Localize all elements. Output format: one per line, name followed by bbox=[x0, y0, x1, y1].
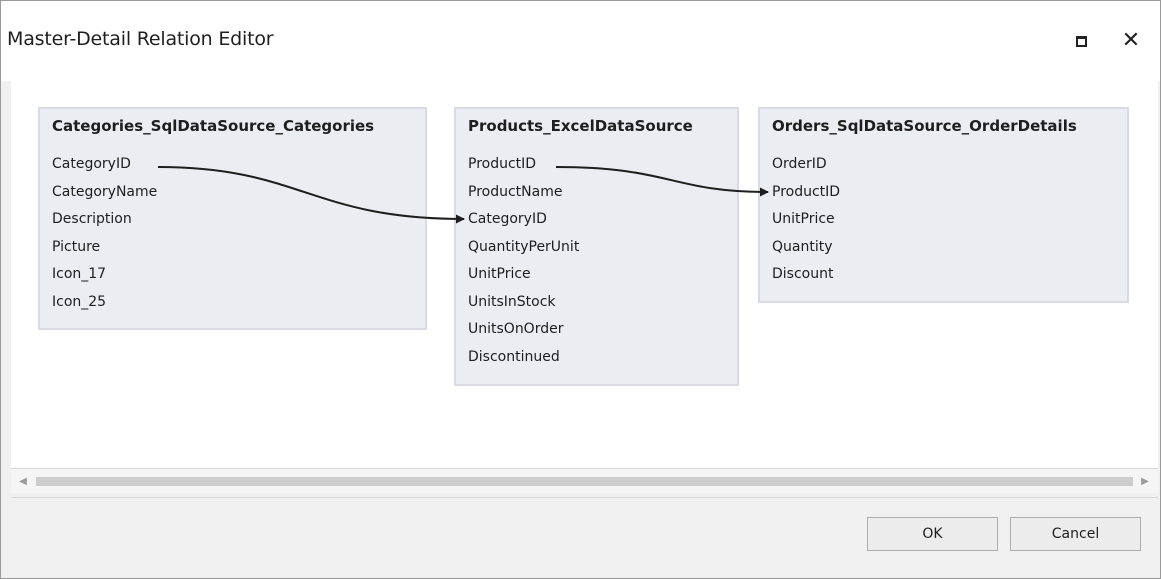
horizontal-scrollbar[interactable]: ◀ ▶ bbox=[11, 468, 1158, 493]
close-icon: ✕ bbox=[1121, 28, 1141, 53]
relation-connector-product[interactable] bbox=[555, 166, 769, 197]
title-bar: Master-Detail Relation Editor ✕ bbox=[1, 1, 1160, 81]
footer-divider bbox=[11, 497, 1158, 498]
dialog-title: Master-Detail Relation Editor bbox=[7, 28, 274, 50]
scroll-left-icon[interactable]: ◀ bbox=[15, 473, 31, 489]
ok-button[interactable]: OK bbox=[867, 517, 998, 551]
relation-connector-category[interactable] bbox=[157, 166, 465, 224]
cancel-button[interactable]: Cancel bbox=[1010, 517, 1141, 551]
scroll-right-icon[interactable]: ▶ bbox=[1137, 473, 1153, 489]
maximize-button[interactable] bbox=[1059, 23, 1103, 59]
relation-diagram-canvas[interactable]: Categories_SqlDataSource_Categories Cate… bbox=[11, 81, 1158, 468]
close-button[interactable]: ✕ bbox=[1109, 23, 1153, 59]
maximize-icon bbox=[1075, 35, 1087, 47]
scrollbar-thumb[interactable] bbox=[36, 477, 1133, 486]
relation-connectors bbox=[157, 166, 769, 224]
master-detail-relation-editor-dialog: Master-Detail Relation Editor ✕ Categori… bbox=[0, 0, 1161, 579]
